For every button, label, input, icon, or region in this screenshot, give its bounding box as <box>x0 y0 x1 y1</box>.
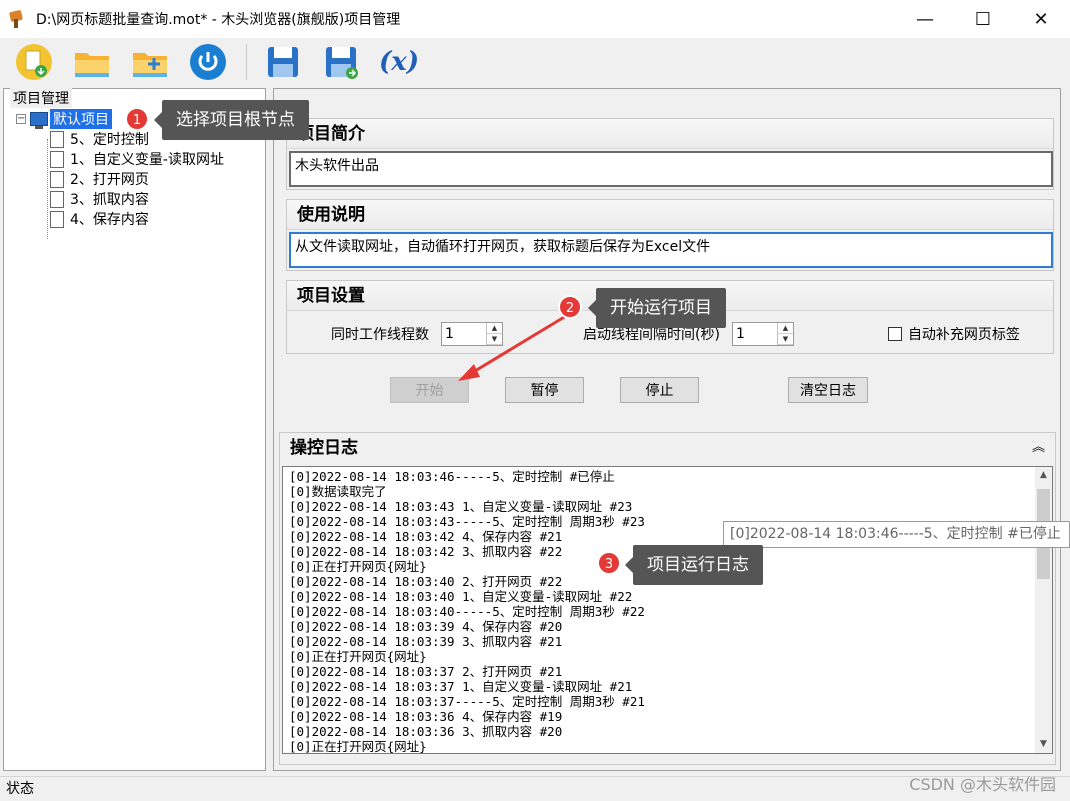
log-header: 操控日志 ︽ <box>280 433 1055 463</box>
collapse-icon[interactable]: − <box>16 114 26 124</box>
clear-log-button[interactable]: 清空日志 <box>788 377 868 403</box>
log-lines: [0]2022-08-14 18:03:46-----5、定时控制 #已停止 [0… <box>283 467 1052 754</box>
log-line: [0]2022-08-14 18:03:36 4、保存内容 #19 <box>289 709 563 724</box>
open-folder-button[interactable] <box>70 40 114 84</box>
project-detail-panel: 项目简介 木头软件出品 使用说明 从文件读取网址，自动循环打开网页，获取标题后保… <box>273 88 1061 771</box>
computer-icon <box>30 112 48 129</box>
log-line: [0]2022-08-14 18:03:37 1、自定义变量-读取网址 #21 <box>289 679 633 694</box>
close-button[interactable]: ✕ <box>1012 0 1070 38</box>
usage-textbox[interactable]: 从文件读取网址，自动循环打开网页，获取标题后保存为Excel文件 <box>289 232 1053 268</box>
new-project-button[interactable] <box>12 40 56 84</box>
log-textbox[interactable]: [0]2022-08-14 18:03:46-----5、定时控制 #已停止 [0… <box>282 466 1053 754</box>
add-folder-icon <box>133 53 167 77</box>
log-group: 操控日志 ︽ [0]2022-08-14 18:03:46-----5、定时控制… <box>279 432 1056 765</box>
tree-node[interactable]: 1、自定义变量-读取网址 <box>50 149 224 169</box>
power-button[interactable] <box>186 40 230 84</box>
toolbar: (x) <box>0 38 1070 86</box>
document-icon <box>50 130 64 148</box>
document-icon <box>50 150 64 168</box>
project-tree-panel: 项目管理 − 默认项目 5、定时控制 1、自定义变量-读取网址 2、打开网页 3… <box>3 88 266 771</box>
collapse-up-icon[interactable]: ︽ <box>1032 433 1045 463</box>
tree-node-label[interactable]: 5、定时控制 <box>70 129 149 149</box>
stop-button[interactable]: 停止 <box>620 377 699 403</box>
minimize-button[interactable]: — <box>896 0 954 38</box>
project-tree-header: 项目管理 <box>10 88 72 108</box>
spin-up-icon[interactable]: ▲ <box>777 323 793 334</box>
scroll-down-icon[interactable]: ▼ <box>1035 736 1052 753</box>
title-bar: D:\网页标题批量查询.mot* - 木头浏览器(旗舰版)项目管理 — ☐ ✕ <box>0 0 1070 38</box>
save-icon <box>268 47 298 77</box>
log-line: [0]正在打开网页{网址} <box>289 739 427 754</box>
log-line: [0]2022-08-14 18:03:37-----5、定时控制 周期3秒 #… <box>289 694 645 709</box>
log-scrollbar[interactable]: ▲ ▼ <box>1035 467 1052 753</box>
tree-node-label[interactable]: 4、保存内容 <box>70 209 149 229</box>
intro-group: 项目简介 木头软件出品 <box>286 118 1054 190</box>
variable-icon: (x) <box>378 47 420 77</box>
step-badge-3: 3 <box>597 551 621 575</box>
tree-root-label[interactable]: 默认项目 <box>50 109 112 129</box>
log-tooltip: [0]2022-08-14 18:03:46-----5、定时控制 #已停止 <box>723 521 1070 548</box>
callout-start-project: 开始运行项目 <box>588 288 726 328</box>
save-button[interactable] <box>261 40 305 84</box>
usage-group: 使用说明 从文件读取网址，自动循环打开网页，获取标题后保存为Excel文件 <box>286 199 1054 271</box>
app-icon <box>8 9 28 29</box>
intro-header: 项目简介 <box>287 119 1053 149</box>
log-line: [0]2022-08-14 18:03:37 2、打开网页 #21 <box>289 664 563 679</box>
tree-node[interactable]: 2、打开网页 <box>50 169 224 189</box>
variable-button[interactable]: (x) <box>377 40 421 84</box>
callout-select-root: 选择项目根节点 <box>154 100 309 140</box>
power-icon <box>190 44 226 80</box>
log-line: [0]2022-08-14 18:03:39 4、保存内容 #20 <box>289 619 563 634</box>
log-line: [0]2022-08-14 18:03:39 3、抓取内容 #21 <box>289 634 563 649</box>
log-line: [0]2022-08-14 18:03:40 1、自定义变量-读取网址 #22 <box>289 589 633 604</box>
threads-spinner[interactable]: 1 ▲ ▼ <box>441 322 503 346</box>
document-icon <box>50 170 64 188</box>
log-line: [0]2022-08-14 18:03:40-----5、定时控制 周期3秒 #… <box>289 604 645 619</box>
autofill-label: 自动补充网页标签 <box>907 327 1020 343</box>
spin-down-icon[interactable]: ▼ <box>487 334 502 345</box>
step-badge-1: 1 <box>125 107 149 131</box>
spin-up-icon[interactable]: ▲ <box>487 323 502 334</box>
callout-run-log: 项目运行日志 <box>625 545 763 585</box>
interval-spinner[interactable]: 1 ▲ ▼ <box>731 322 794 346</box>
log-line: [0]数据读取完了 <box>289 484 387 499</box>
save-as-icon <box>326 47 358 79</box>
log-line: [0]2022-08-14 18:03:43 1、自定义变量-读取网址 #23 <box>289 499 633 514</box>
scroll-up-icon[interactable]: ▲ <box>1035 467 1052 484</box>
threads-label: 同时工作线程数 <box>331 327 429 343</box>
log-line: [0]2022-08-14 18:03:46-----5、定时控制 #已停止 <box>289 469 615 484</box>
tree-node-label[interactable]: 2、打开网页 <box>70 169 149 189</box>
pause-button[interactable]: 暂停 <box>505 377 584 403</box>
add-folder-button[interactable] <box>128 40 172 84</box>
toolbar-separator <box>246 44 247 80</box>
window-title: D:\网页标题批量查询.mot* - 木头浏览器(旗舰版)项目管理 <box>36 12 401 28</box>
watermark: CSDN @木头软件园 <box>909 775 1056 794</box>
usage-header: 使用说明 <box>287 200 1053 230</box>
save-as-button[interactable] <box>319 40 363 84</box>
document-icon <box>50 210 64 228</box>
spin-down-icon[interactable]: ▼ <box>777 334 793 345</box>
interval-value[interactable]: 1 <box>733 326 745 342</box>
maximize-button[interactable]: ☐ <box>954 0 1012 38</box>
tree-node[interactable]: 4、保存内容 <box>50 209 224 229</box>
log-line: [0]正在打开网页{网址} <box>289 649 427 664</box>
tree-node-label[interactable]: 3、抓取内容 <box>70 189 149 209</box>
document-icon <box>50 190 64 208</box>
intro-textbox[interactable]: 木头软件出品 <box>289 151 1053 187</box>
start-button[interactable]: 开始 <box>390 377 469 403</box>
log-line: [0]2022-08-14 18:03:36 3、抓取内容 #20 <box>289 724 563 739</box>
open-folder-icon <box>75 53 109 77</box>
log-title: 操控日志 <box>290 438 358 458</box>
new-project-icon <box>16 44 52 80</box>
tree-connector <box>47 139 48 239</box>
step-badge-2: 2 <box>558 295 582 319</box>
tree-node[interactable]: 3、抓取内容 <box>50 189 224 209</box>
threads-value[interactable]: 1 <box>442 326 454 342</box>
status-label: 状态 <box>6 781 34 797</box>
tree-node-label[interactable]: 1、自定义变量-读取网址 <box>70 149 224 169</box>
autofill-checkbox[interactable] <box>887 327 902 341</box>
